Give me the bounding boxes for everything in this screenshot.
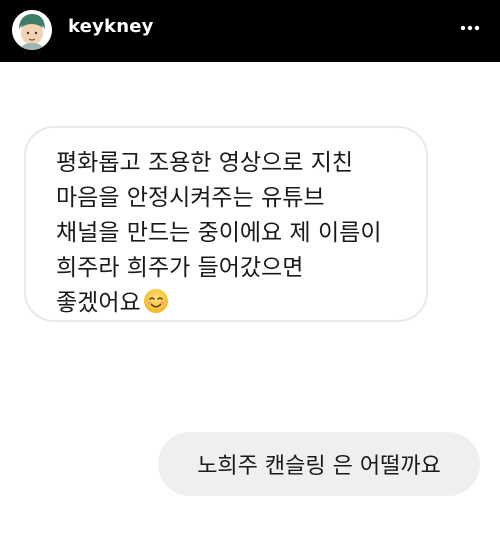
message-line-last: 좋겠어요 [56,286,406,325]
cartoon-face-avatar-icon [12,10,52,50]
message-line: 좋겠어요 [56,290,141,316]
profile-header: keykney [0,0,500,62]
sent-message-bubble[interactable]: 노희주 캔슬링 은 어떨까요 [158,432,480,496]
more-options-button[interactable] [456,16,484,40]
message-line: 희주라 희주가 들어갔으면 [56,255,304,281]
message-line: 마음을 안정시켜주는 유튜브 [56,185,325,211]
message-thread: 평화롭고 조용한 영상으로 지친 마음을 안정시켜주는 유튜브 채널을 만드는 … [0,62,500,560]
message-line: 채널을 만드는 중이에요 제 이름이 [56,220,382,246]
smiling-face-emoji-icon [143,288,169,325]
sent-message-text: 노희주 캔슬링 은 어떨까요 [197,454,441,479]
avatar[interactable] [12,10,52,50]
more-dots-icon [460,25,480,31]
username[interactable]: keykney [68,16,154,37]
message-line: 평화롭고 조용한 영상으로 지친 [56,150,354,176]
received-message-bubble[interactable]: 평화롭고 조용한 영상으로 지친 마음을 안정시켜주는 유튜브 채널을 만드는 … [24,126,428,322]
